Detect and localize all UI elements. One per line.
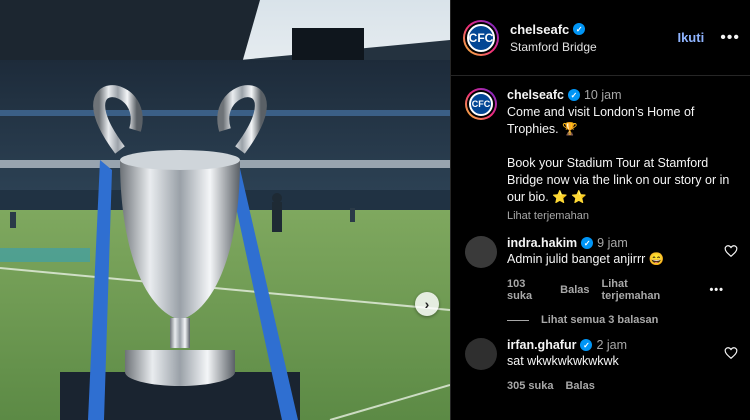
follow-button[interactable]: Ikuti [677,30,704,45]
instagram-post-window: › CFC chelseafc ✓ Stamford Bridge Ikuti … [0,0,750,420]
stadium-trophy-photo [0,0,450,420]
comment-likes[interactable]: 305 suka [507,380,553,392]
reply-button[interactable]: Balas [565,380,594,392]
see-translation-link[interactable]: Lihat terjemahan [507,210,738,222]
caption-avatar[interactable]: CFC [465,88,497,120]
comment-username[interactable]: irfan.ghafur [507,338,576,352]
caption-time[interactable]: 10 jam [584,88,622,102]
post-location[interactable]: Stamford Bridge [510,40,677,54]
replies-divider [507,319,529,321]
chelsea-crest-icon: CFC [467,23,495,52]
comment-likes[interactable]: 103 suka [507,278,548,302]
heart-outline-icon[interactable] [724,244,738,258]
view-replies-label: Lihat semua 3 balasan [541,314,659,326]
view-replies-button[interactable]: Lihat semua 3 balasan [507,314,738,326]
account-avatar[interactable]: CFC [463,19,499,56]
commenter-avatar[interactable] [465,338,497,370]
comment-time[interactable]: 9 jam [597,236,628,250]
comment-username[interactable]: indra.hakim [507,236,577,250]
verified-badge-icon: ✓ [567,89,580,101]
see-translation-link[interactable]: Lihat terjemahan [602,278,680,302]
heart-outline-icon[interactable] [724,346,738,360]
chevron-right-icon: › [424,296,430,312]
caption-text: Come and visit London’s Home of Trophies… [507,105,730,204]
verified-badge-icon: ✓ [573,23,586,35]
account-username[interactable]: chelseafc [510,22,569,37]
next-image-button[interactable]: › [415,292,439,316]
comments-section: CFC chelseafc ✓ 10 jam Come and visit Lo… [451,76,750,420]
comment-row: indra.hakim ✓ 9 jam Admin julid banget a… [465,236,738,302]
comment-time[interactable]: 2 jam [596,338,627,352]
verified-badge-icon: ✓ [580,339,593,351]
post-sidebar: CFC chelseafc ✓ Stamford Bridge Ikuti ••… [450,0,750,420]
caption-username[interactable]: chelseafc [507,88,564,102]
comment-row: irfan.ghafur ✓ 2 jam sat wkwkwkwkwkwk 30… [465,338,738,392]
reply-button[interactable]: Balas [560,284,589,296]
post-header: CFC chelseafc ✓ Stamford Bridge Ikuti ••… [451,0,750,76]
more-options-icon[interactable]: ••• [720,29,740,47]
caption-row: CFC chelseafc ✓ 10 jam Come and visit Lo… [465,88,738,222]
comment-text: sat wkwkwkwkwkwk [507,354,619,368]
post-image[interactable]: › [0,0,450,420]
commenter-avatar[interactable] [465,236,497,268]
comment-more-icon[interactable]: ••• [709,284,724,296]
verified-badge-icon: ✓ [581,237,594,249]
chelsea-crest-icon: CFC [469,92,493,116]
comment-text: Admin julid banget anjirrr 😄 [507,252,665,266]
